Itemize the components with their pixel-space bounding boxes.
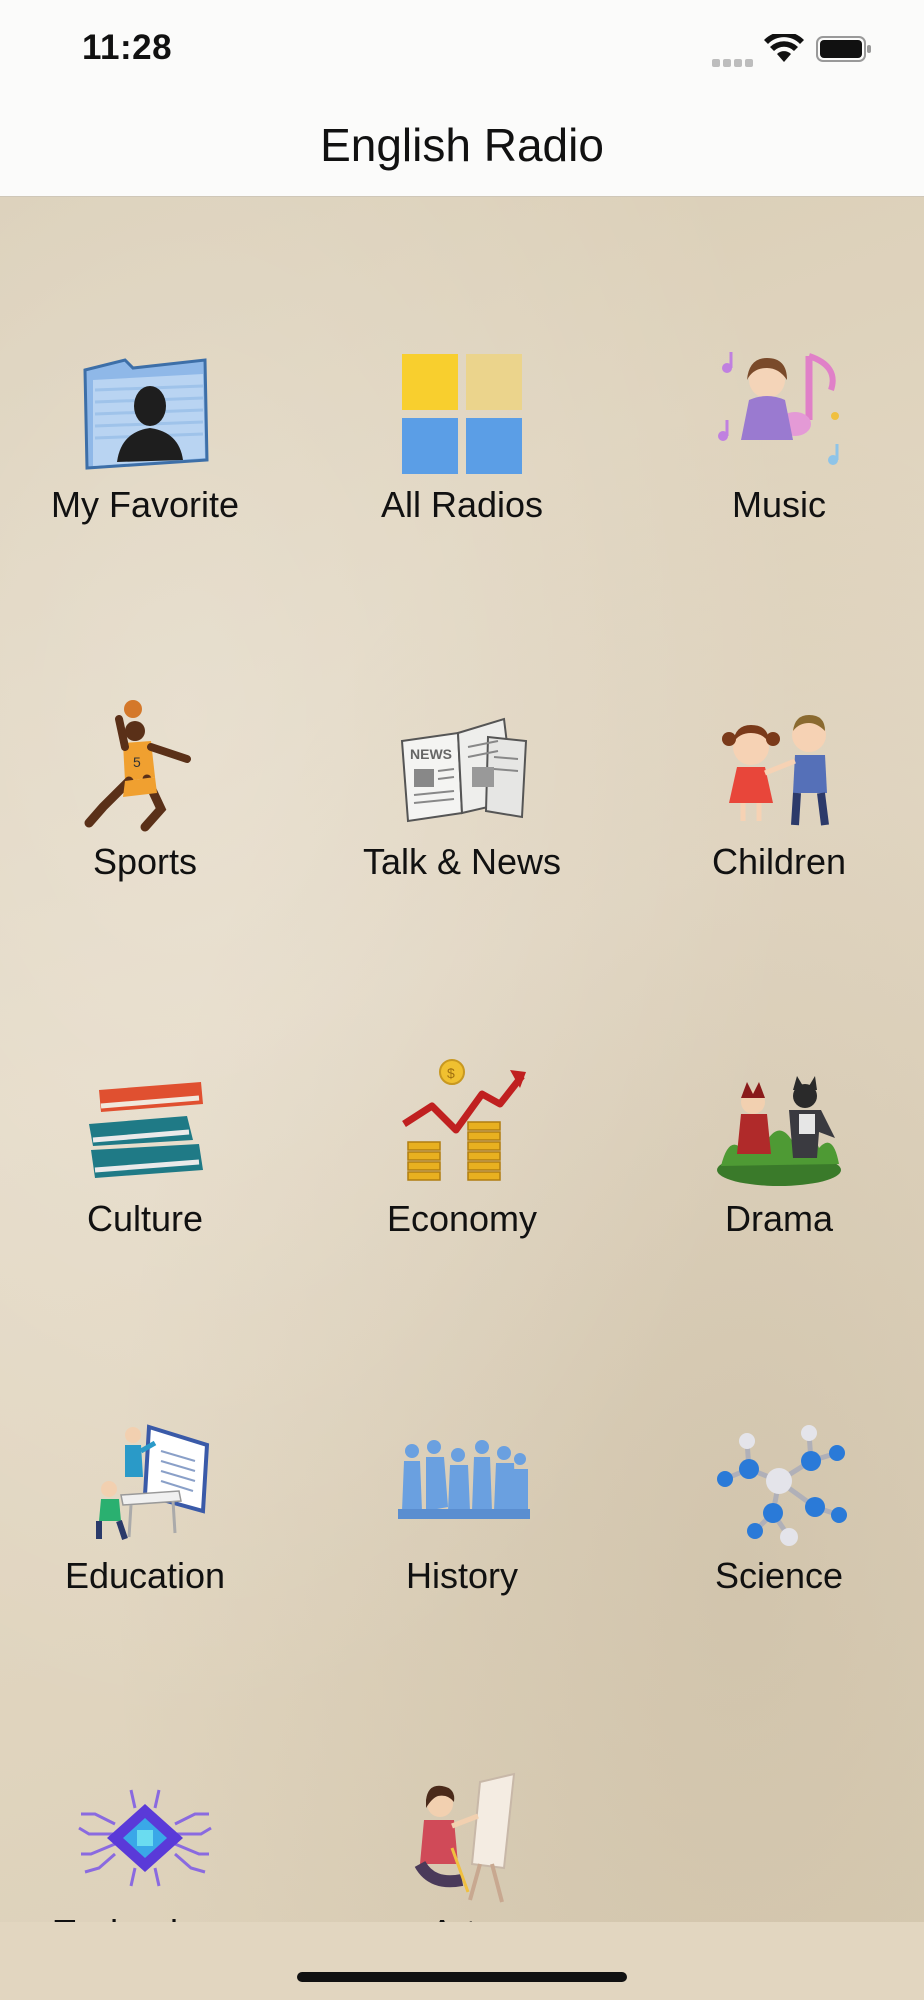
- music-girl-icon: [718, 352, 839, 465]
- newspaper-icon: NEWS: [400, 717, 528, 823]
- navigation-bar: English Radio: [0, 100, 924, 197]
- painter-icon: [414, 1772, 516, 1903]
- category-history[interactable]: History: [312, 1371, 612, 1671]
- cellular-signal-icon: [712, 54, 756, 72]
- category-economy[interactable]: $ Economy: [312, 1014, 612, 1314]
- category-label: Talk & News: [362, 841, 562, 882]
- status-time: 11:28: [82, 28, 173, 67]
- page-title: English Radio: [320, 119, 604, 171]
- svg-text:$: $: [447, 1065, 455, 1081]
- category-music[interactable]: Music: [629, 300, 924, 600]
- category-technology[interactable]: Technology: [0, 1728, 295, 1922]
- folder-person-icon: [83, 358, 209, 470]
- category-label: Education: [64, 1555, 226, 1596]
- category-label: History: [405, 1555, 518, 1596]
- category-children[interactable]: Children: [629, 657, 924, 957]
- category-my-favorite[interactable]: My Favorite: [0, 300, 295, 600]
- category-talk-news[interactable]: NEWS Talk & News: [312, 657, 612, 957]
- category-education[interactable]: Education: [0, 1371, 295, 1671]
- status-bar: 11:28: [0, 0, 924, 100]
- category-label: Music: [731, 484, 826, 525]
- chart-coins-icon: $: [402, 1059, 526, 1181]
- home-indicator[interactable]: [297, 1972, 627, 1982]
- category-label: Sports: [92, 841, 198, 882]
- category-drama[interactable]: Drama: [629, 1014, 924, 1314]
- grid-squares-icon: [402, 354, 522, 474]
- category-culture[interactable]: Culture: [0, 1014, 295, 1314]
- category-label: All Radios: [380, 484, 544, 525]
- molecule-icon: [717, 1425, 847, 1546]
- svg-text:5: 5: [133, 754, 141, 770]
- teacher-board-icon: [96, 1424, 210, 1540]
- category-all-radios[interactable]: All Radios: [312, 300, 612, 600]
- statues-icon: [398, 1440, 530, 1519]
- category-label: Technology: [0, 1912, 295, 1922]
- chip-icon: [78, 1789, 212, 1887]
- category-science[interactable]: Science: [629, 1371, 924, 1671]
- category-label: Children: [711, 841, 847, 882]
- basketball-player-icon: 5: [84, 700, 191, 832]
- category-sports[interactable]: 5 Sports: [0, 657, 295, 957]
- category-label: Science: [714, 1555, 844, 1596]
- drama-icon: [717, 1076, 841, 1186]
- category-label: Economy: [386, 1198, 538, 1239]
- category-grid: My Favorite All Radios Music 5 Sports NE…: [0, 197, 924, 1922]
- category-label: Culture: [86, 1198, 204, 1239]
- wifi-icon: [764, 34, 804, 62]
- battery-icon: [816, 36, 871, 62]
- books-icon: [89, 1082, 203, 1178]
- category-label: My Favorite: [50, 484, 240, 525]
- svg-text:NEWS: NEWS: [410, 746, 452, 762]
- children-icon: [722, 715, 829, 826]
- category-label: Arts: [312, 1912, 612, 1922]
- category-arts[interactable]: Arts: [312, 1728, 612, 1922]
- category-label: Drama: [724, 1198, 834, 1239]
